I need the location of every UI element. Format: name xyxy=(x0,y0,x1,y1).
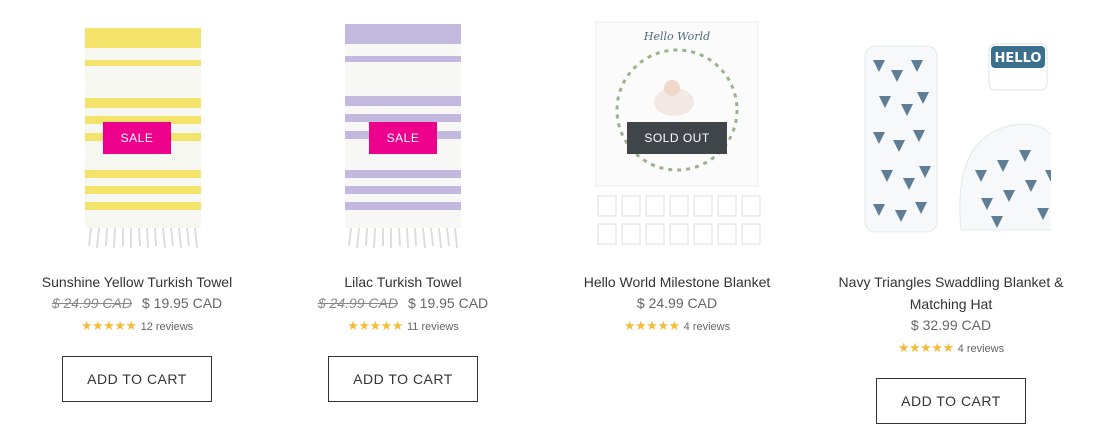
original-price: $ 24.99 CAD xyxy=(51,295,132,311)
product-title[interactable]: Sunshine Yellow Turkish Towel xyxy=(0,271,274,293)
product-title[interactable]: Navy Triangles Swaddling Blanket & Match… xyxy=(814,271,1088,315)
add-to-cart-button[interactable]: ADD TO CART xyxy=(62,356,212,402)
review-count[interactable]: 4 reviews xyxy=(684,321,730,333)
sale-badge: SALE xyxy=(103,122,171,154)
add-to-cart-button[interactable]: ADD TO CART xyxy=(876,378,1026,424)
product-card[interactable]: SALE Sunshine Yellow Turkish Towel $ 24.… xyxy=(0,0,274,441)
product-card[interactable]: SALE Lilac Turkish Towel $ 24.99 CAD $ 19… xyxy=(266,0,540,441)
price: $ 24.99 CAD xyxy=(636,295,718,311)
rating-row[interactable]: ★★★★★ 12 reviews xyxy=(0,318,274,335)
price-row: $ 24.99 CAD $ 19.95 CAD xyxy=(0,293,274,313)
product-title[interactable]: Hello World Milestone Blanket xyxy=(540,271,814,293)
product-card[interactable]: HELLO Navy Triangles Swaddling Blanket &… xyxy=(814,0,1088,441)
price-row: $ 24.99 CAD $ 19.95 CAD xyxy=(266,293,540,313)
product-image[interactable]: HELLO xyxy=(851,20,1051,252)
rating-row[interactable]: ★★★★★ 4 reviews xyxy=(540,318,814,335)
star-rating-icon: ★★★★★ xyxy=(897,340,954,355)
hello-world-script: Hello World xyxy=(643,30,710,43)
sale-price: $ 19.95 CAD xyxy=(142,295,223,311)
add-to-cart-button[interactable]: ADD TO CART xyxy=(328,356,478,402)
price-row: $ 32.99 CAD xyxy=(814,315,1088,335)
hello-sticker-text: HELLO xyxy=(995,51,1042,66)
sale-badge: SALE xyxy=(369,122,437,154)
rating-row[interactable]: ★★★★★ 11 reviews xyxy=(266,318,540,335)
rating-row[interactable]: ★★★★★ 4 reviews xyxy=(814,340,1088,357)
price-row: $ 24.99 CAD xyxy=(540,293,814,313)
star-rating-icon: ★★★★★ xyxy=(347,318,403,333)
review-count[interactable]: 4 reviews xyxy=(958,343,1004,355)
star-rating-icon: ★★★★★ xyxy=(80,318,137,333)
product-card[interactable]: Hello World SOLD OUT Hello World Milesto… xyxy=(540,0,814,441)
review-count[interactable]: 12 reviews xyxy=(141,321,194,333)
star-rating-icon: ★★★★★ xyxy=(623,318,680,333)
sale-price: $ 19.95 CAD xyxy=(408,295,489,311)
review-count[interactable]: 11 reviews xyxy=(407,321,459,333)
price: $ 32.99 CAD xyxy=(910,317,992,333)
sold-out-badge: SOLD OUT xyxy=(627,122,727,154)
product-title[interactable]: Lilac Turkish Towel xyxy=(266,271,540,293)
original-price: $ 24.99 CAD xyxy=(317,295,398,311)
